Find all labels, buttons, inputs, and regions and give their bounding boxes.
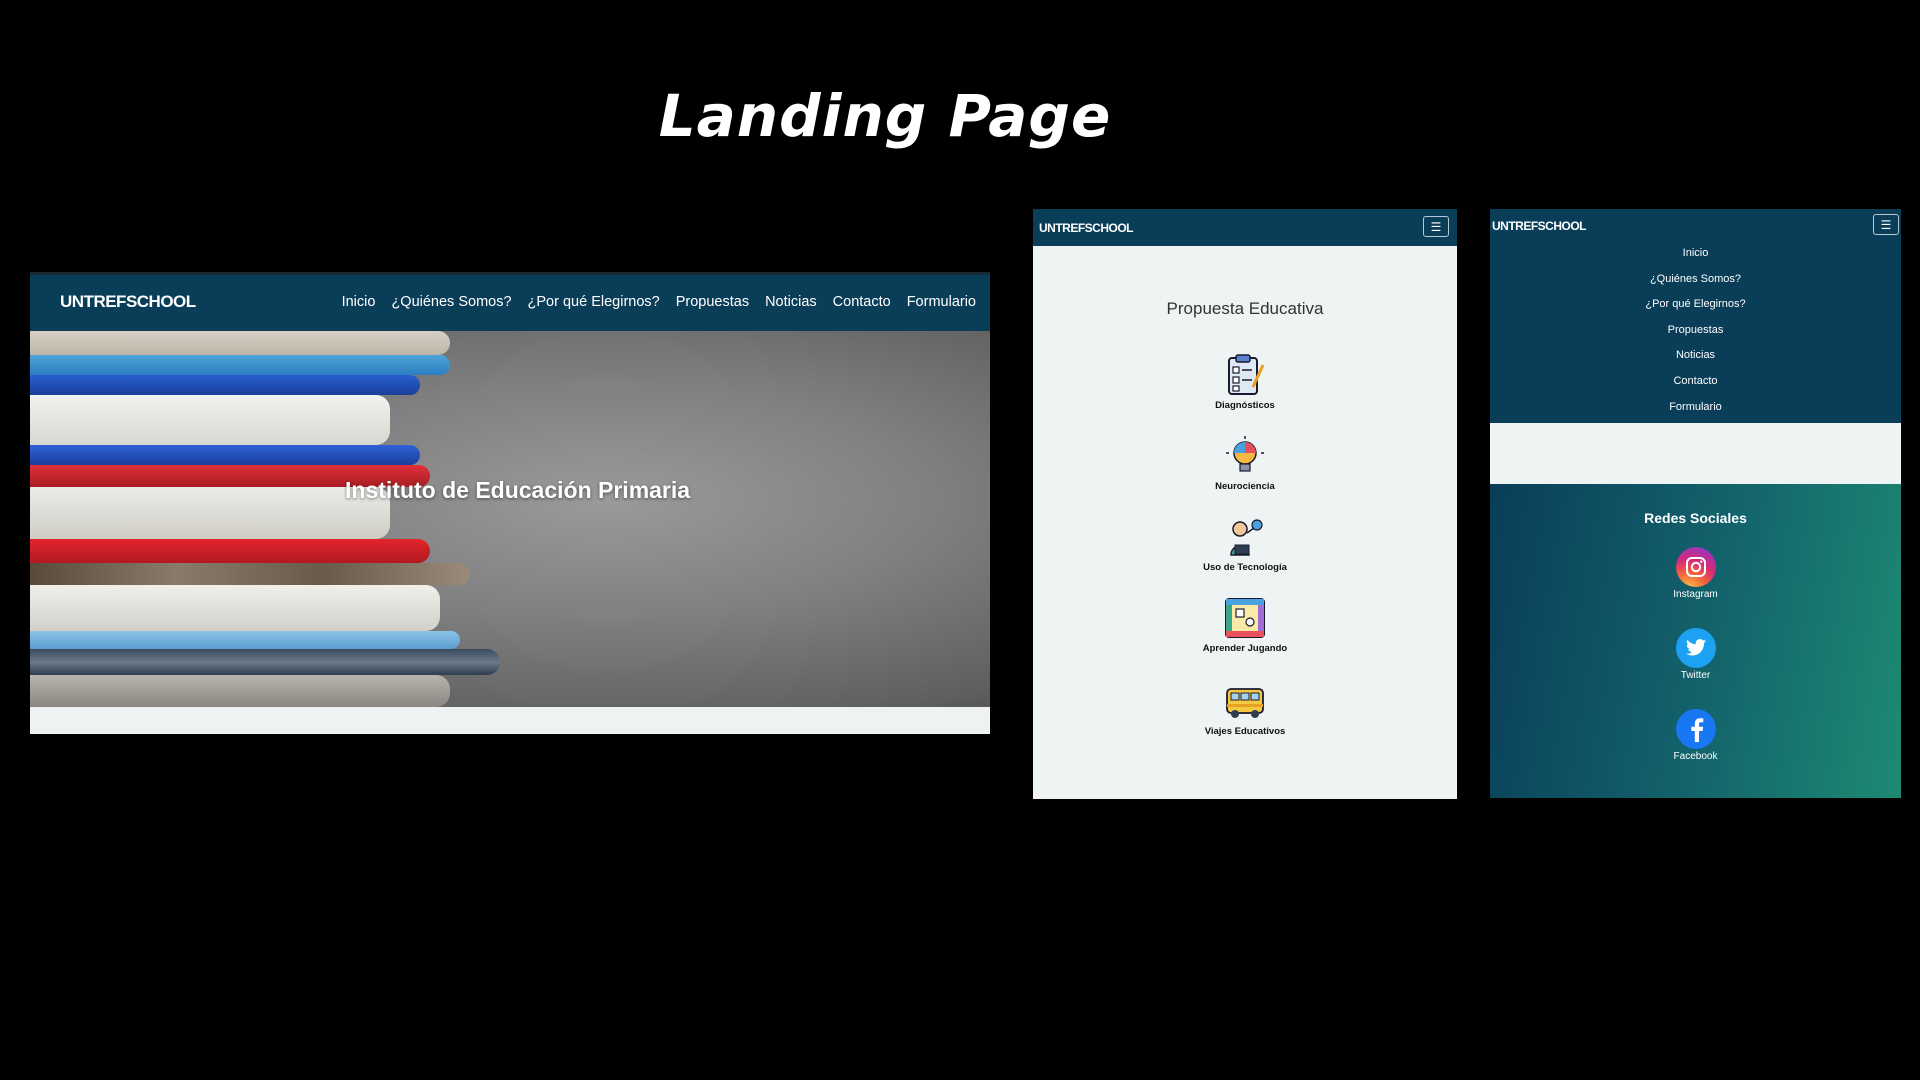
propuesta-label: Diagnósticos [1215,400,1275,411]
brand-logo[interactable]: UNTREFSCHOOL [1492,219,1587,233]
nav-inicio[interactable]: Inicio [342,294,376,310]
nav-noticias[interactable]: Noticias [765,294,817,310]
twitter-link[interactable]: Twitter [1490,628,1901,681]
propuesta-item: Aprender Jugando [1033,596,1457,654]
propuesta-item: Neurociencia [1033,434,1457,492]
desktop-mockup: UNTREFSCHOOL Inicio ¿Quiénes Somos? ¿Por… [30,272,990,734]
social-label: Twitter [1680,670,1711,681]
instagram-link[interactable]: Instagram [1490,547,1901,600]
hamburger-icon[interactable]: ☰ [1423,216,1449,237]
nav-formulario[interactable]: Formulario [1490,400,1901,426]
clipboard-checklist-icon [1228,354,1265,395]
nav-contacto[interactable]: Contacto [833,294,891,310]
nav-noticias[interactable]: Noticias [1490,348,1901,374]
mobile-navbar: UNTREFSCHOOL ☰ [1033,209,1457,246]
nav-contacto[interactable]: Contacto [1490,374,1901,400]
social-title: Redes Sociales [1644,510,1747,526]
nav-por-que-elegirnos[interactable]: ¿Por qué Elegirnos? [528,294,660,310]
instagram-icon [1675,547,1716,587]
social-label: Instagram [1673,589,1718,600]
brand-logo[interactable]: UNTREFSCHOOL [60,292,196,312]
school-bus-icon [1226,688,1264,718]
nav-formulario[interactable]: Formulario [907,294,976,310]
nav-inicio[interactable]: Inicio [1490,246,1901,272]
facebook-link[interactable]: Facebook [1490,709,1901,762]
propuesta-item: Uso de Tecnología [1033,515,1457,573]
slide-title: Landing Page [658,82,1112,150]
social-section: Redes Sociales Instagram Twitter Faceboo… [1490,484,1901,798]
mobile-mockup-propuestas: UNTREFSCHOOL ☰ Propuesta Educativa Diagn… [1033,209,1457,799]
hamburger-icon[interactable]: ☰ [1873,214,1899,235]
board-game-icon [1225,598,1265,638]
mobile-nav-menu: Inicio ¿Quiénes Somos? ¿Por qué Elegirno… [1490,246,1901,425]
propuesta-label: Viajes Educativos [1204,726,1286,737]
section-title: Propuesta Educativa [1166,299,1324,318]
facebook-icon [1675,709,1716,749]
hero-title: Instituto de Educación Primaria [345,477,691,503]
lightbulb-brain-icon [1226,436,1264,472]
nav-quienes-somos[interactable]: ¿Quiénes Somos? [391,294,511,310]
twitter-icon [1675,628,1716,668]
navbar: UNTREFSCHOOL Inicio ¿Quiénes Somos? ¿Por… [30,272,990,331]
hero-banner: Instituto de Educación Primaria [30,331,990,707]
propuesta-item: Viajes Educativos [1033,679,1457,737]
brand-logo[interactable]: UNTREFSCHOOL [1039,221,1134,235]
teacher-technology-icon [1230,519,1263,556]
nav-quienes-somos[interactable]: ¿Quiénes Somos? [1490,272,1901,298]
propuesta-label: Aprender Jugando [1202,643,1288,654]
nav-propuestas[interactable]: Propuestas [676,294,749,310]
mobile-mockup-menu: UNTREFSCHOOL ☰ Inicio ¿Quiénes Somos? ¿P… [1490,209,1901,798]
nav-menu: Inicio ¿Quiénes Somos? ¿Por qué Elegirno… [342,294,976,310]
propuesta-item: Diagnósticos [1033,353,1457,411]
social-label: Facebook [1673,751,1718,762]
nav-por-que-elegirnos[interactable]: ¿Por qué Elegirnos? [1490,297,1901,323]
propuesta-label: Neurociencia [1215,481,1275,492]
propuesta-label: Uso de Tecnología [1203,562,1287,573]
nav-propuestas[interactable]: Propuestas [1490,323,1901,349]
mobile-navbar-expanded: UNTREFSCHOOL ☰ Inicio ¿Quiénes Somos? ¿P… [1490,209,1901,423]
